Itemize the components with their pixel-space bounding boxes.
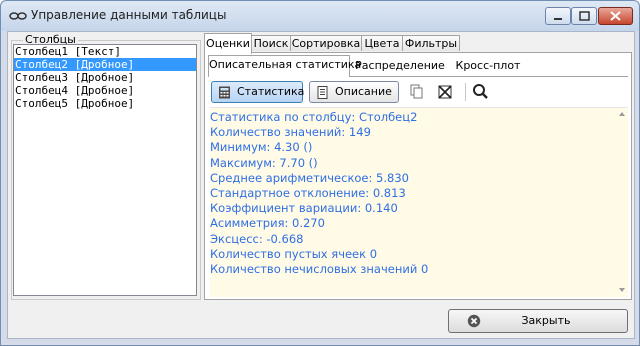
close-button-label: Закрыть: [521, 314, 571, 327]
window-title: Управление данными таблицы: [31, 8, 227, 22]
stat-line: Максимум: 7.70 (): [210, 155, 318, 170]
minimize-button[interactable]: [545, 7, 571, 25]
search-icon[interactable]: [471, 82, 491, 102]
copy-icon[interactable]: [407, 82, 427, 102]
stat-line: Асимметрия: 0.270: [210, 216, 325, 231]
title-bar[interactable]: Управление данными таблицы: [1, 1, 639, 31]
tab-filters[interactable]: Фильтры: [402, 35, 460, 51]
description-button-label: Описание: [335, 85, 392, 98]
main-tabs: Оценки Поиск Сортировка Цвета Фильтры: [204, 33, 632, 54]
link-chain-icon: [9, 12, 27, 20]
close-button[interactable]: Закрыть: [448, 309, 628, 333]
document-icon: [317, 86, 328, 99]
footer-bar: Закрыть: [9, 306, 633, 336]
subtab-distribution[interactable]: Распределение: [353, 57, 447, 75]
scroll-arrows-icon: [619, 112, 625, 292]
stat-line: Статистика по столбцу: Столбец2: [210, 110, 418, 124]
toolbar-separator: [465, 83, 466, 101]
stat-line: Количество значений: 149: [210, 125, 371, 140]
close-window-button[interactable]: [598, 7, 633, 25]
columns-group: Столбцы Столбец1 [Текст] Столбец2 [Дробн…: [9, 32, 201, 300]
tab-search[interactable]: Поиск: [251, 35, 291, 51]
minimize-icon: [554, 18, 562, 20]
statistics-button[interactable]: Статистика: [211, 81, 305, 103]
client-area: Столбцы Столбец1 [Текст] Столбец2 [Дробн…: [7, 31, 635, 339]
stat-line: Минимум: 4.30 (): [210, 140, 313, 155]
clear-icon[interactable]: [435, 82, 455, 102]
maximize-button[interactable]: [571, 7, 597, 25]
vertical-scrollbar[interactable]: [616, 108, 628, 297]
tab-colors[interactable]: Цвета: [361, 35, 403, 51]
list-item[interactable]: Столбец3 [Дробное]: [14, 71, 196, 84]
stat-line: Стандартное отклонение: 0.813: [210, 186, 406, 201]
tab-sort[interactable]: Сортировка: [290, 35, 362, 51]
stat-line: Коэффициент вариации: 0.140: [210, 201, 398, 216]
stat-line: Количество нечисловых значений 0: [210, 262, 429, 277]
tab-estimates[interactable]: Оценки: [204, 33, 252, 54]
calculator-icon: [219, 86, 230, 99]
estimates-panel: Описательная статистика Распределение Кр…: [204, 52, 632, 300]
statistics-output[interactable]: Статистика по столбцу: Столбец2 Количест…: [210, 107, 628, 297]
stat-line: Количество пустых ячеек 0: [210, 246, 378, 261]
columns-list[interactable]: Столбец1 [Текст] Столбец2 [Дробное] Стол…: [13, 44, 197, 296]
toolbar: Статистика Описание: [209, 81, 627, 105]
statistics-button-label: Статистика: [237, 85, 305, 98]
stat-line: Эксцесс: -0.668: [210, 231, 304, 246]
stat-line: Среднее арифметическое: 5.830: [210, 170, 409, 185]
maximize-icon: [579, 11, 590, 21]
window: Управление данными таблицы Столбцы Столб…: [0, 0, 640, 346]
list-item[interactable]: Столбец4 [Дробное]: [14, 84, 196, 97]
subtab-crossplot[interactable]: Кросс-плот: [449, 57, 527, 75]
close-icon: [610, 11, 621, 21]
list-item[interactable]: Столбец5 [Дробное]: [14, 97, 196, 110]
description-button[interactable]: Описание: [309, 81, 399, 103]
subtab-descriptive-stats[interactable]: Описательная статистика: [208, 55, 361, 77]
list-item-selected[interactable]: Столбец2 [Дробное]: [14, 58, 196, 71]
statistics-text: Статистика по столбцу: Столбец2 Количест…: [210, 110, 428, 277]
list-item[interactable]: Столбец1 [Текст]: [14, 45, 196, 58]
